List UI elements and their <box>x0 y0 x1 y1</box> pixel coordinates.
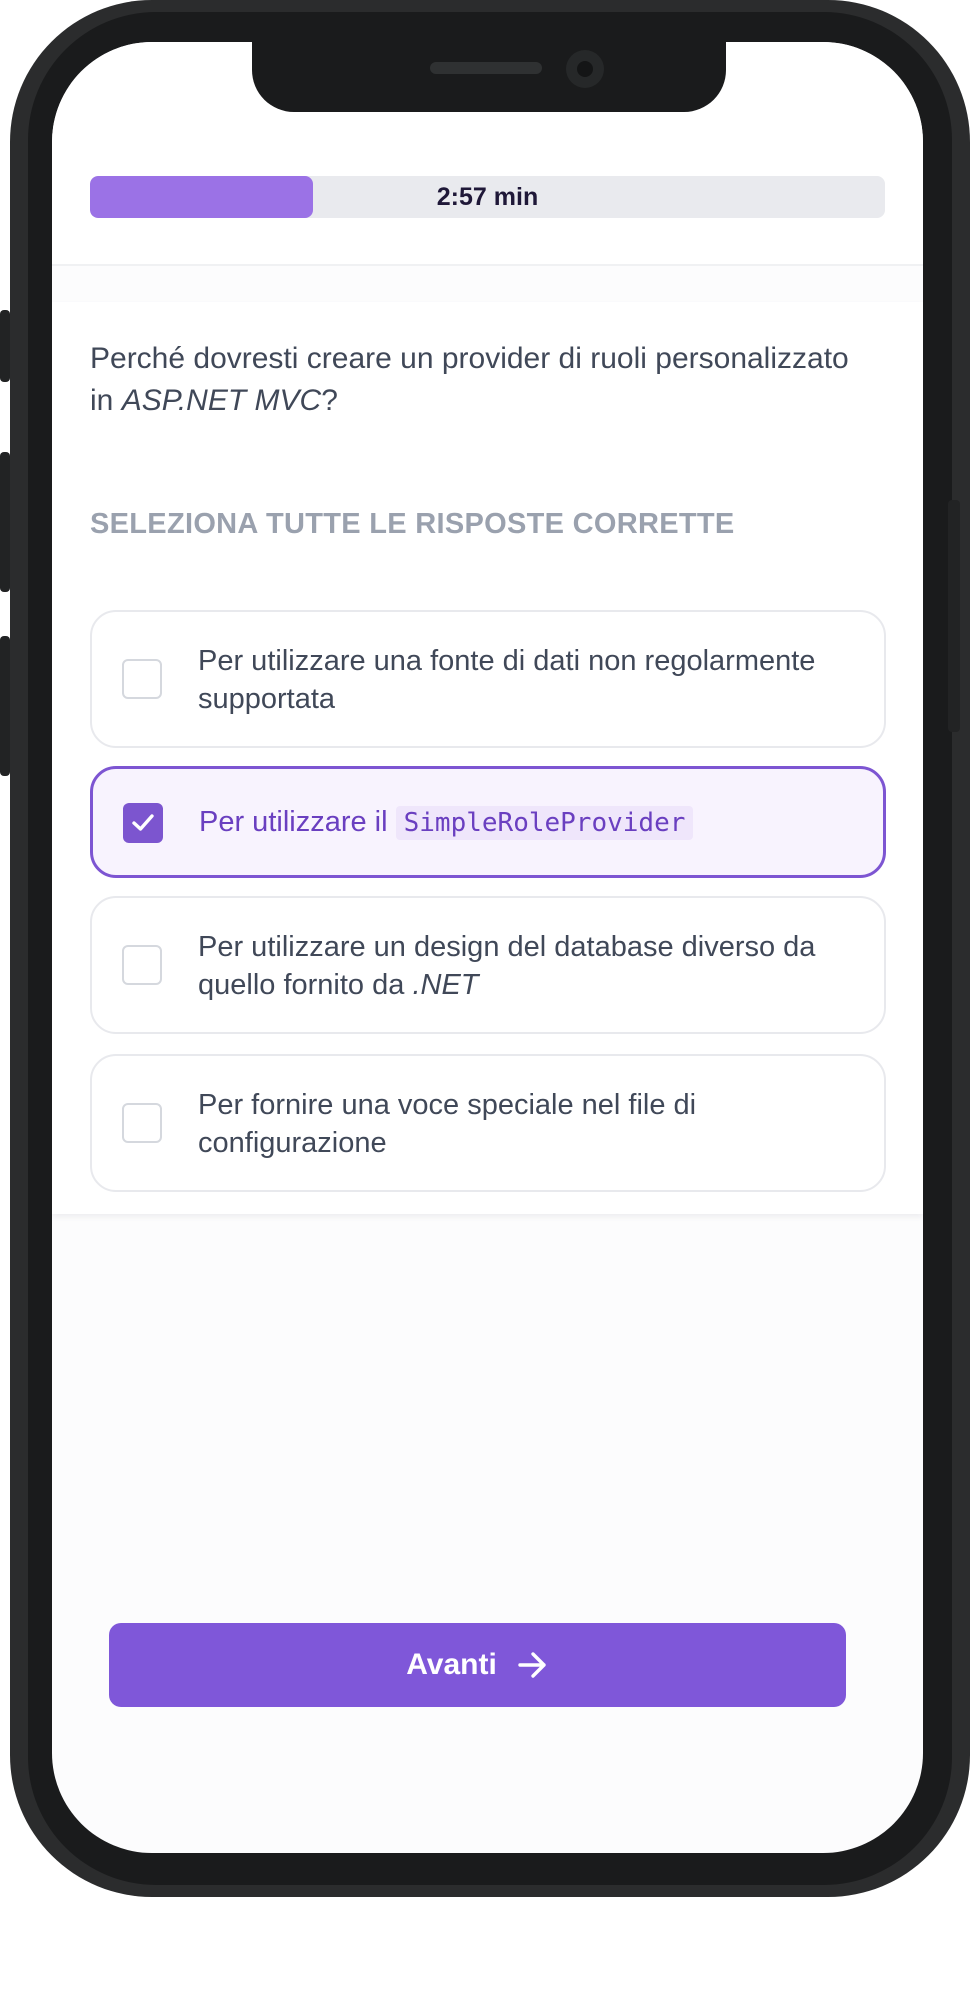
answer-option-4-label: Per fornire una voce speciale nel file d… <box>198 1089 697 1159</box>
answer-option-1[interactable]: Per utilizzare una fonte di dati non reg… <box>90 610 886 748</box>
next-button-label: Avanti <box>406 1648 497 1681</box>
answer-option-3-emphasis: .NET <box>412 969 479 1001</box>
phone-notch <box>252 42 726 112</box>
front-camera <box>566 50 604 88</box>
question-card: Perché dovresti creare un provider di ru… <box>52 302 923 1214</box>
checkbox-option-3[interactable] <box>122 945 162 985</box>
next-button[interactable]: Avanti <box>109 1623 846 1707</box>
speaker-grille <box>430 62 542 74</box>
question-text: Perché dovresti creare un provider di ru… <box>90 338 850 422</box>
answer-option-1-label: Per utilizzare una fonte di dati non reg… <box>198 645 816 715</box>
answer-option-2-label: Per utilizzare il SimpleRoleProvider <box>199 803 839 842</box>
answer-option-3[interactable]: Per utilizzare un design del database di… <box>90 896 886 1034</box>
phone-screen: 2:57 min Perché dovresti creare un provi… <box>52 42 923 1853</box>
timer-label: 2:57 min <box>436 183 539 211</box>
phone-silent-switch <box>0 310 10 382</box>
answer-option-3-text: Per utilizzare un design del database di… <box>198 931 816 1001</box>
phone-power-button <box>948 500 960 732</box>
answer-option-4[interactable]: Per fornire una voce speciale nel file d… <box>90 1054 886 1192</box>
phone-volume-down <box>0 636 10 776</box>
arrow-right-icon <box>518 1652 546 1678</box>
checkbox-option-4[interactable] <box>122 1103 162 1143</box>
timer-progress-bar: 2:57 min <box>90 176 885 218</box>
answer-option-2-text: Per utilizzare il <box>199 806 396 838</box>
answer-option-2-code: SimpleRoleProvider <box>395 806 694 840</box>
checkbox-option-2[interactable] <box>123 803 163 843</box>
answer-option-3-label: Per utilizzare un design del database di… <box>198 928 838 1004</box>
question-text-emphasis: ASP.NET MVC <box>121 384 322 417</box>
checkbox-option-1[interactable] <box>122 659 162 699</box>
question-text-suffix: ? <box>321 384 338 417</box>
answer-option-2[interactable]: Per utilizzare il SimpleRoleProvider <box>90 766 886 878</box>
phone-volume-up <box>0 452 10 592</box>
check-icon <box>132 814 154 831</box>
answer-instruction: SELEZIONA TUTTE LE RISPOSTE CORRETTE <box>90 508 735 540</box>
